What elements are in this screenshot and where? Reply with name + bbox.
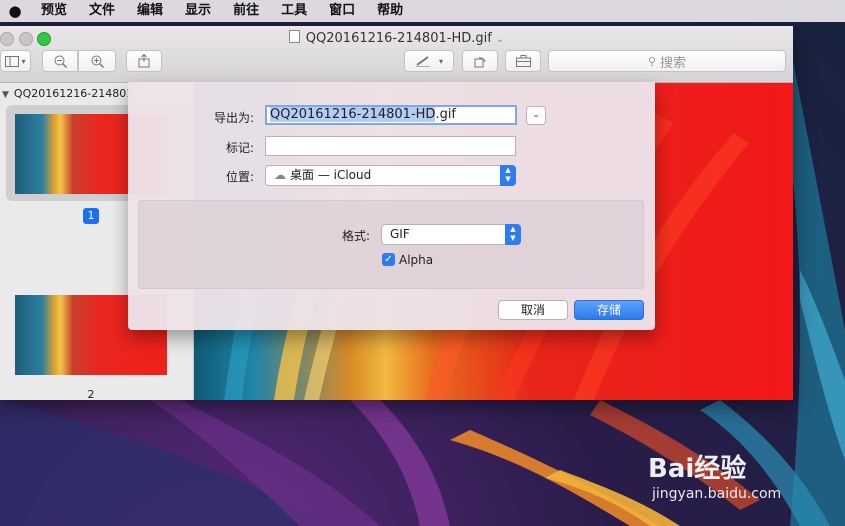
pen-icon: [415, 56, 430, 67]
toolbox-icon: [515, 55, 531, 67]
export-filename-input[interactable]: QQ20161216-214801-HD.gif: [265, 105, 517, 125]
window-title[interactable]: QQ20161216-214801-HD.gif ⌄: [0, 30, 793, 46]
search-icon: ⚲: [647, 54, 657, 68]
menu-tools[interactable]: 工具: [270, 0, 318, 22]
chevron-down-icon: ▾: [21, 56, 26, 66]
alpha-checkbox[interactable]: ✓: [382, 253, 395, 266]
zoom-in-icon: [91, 55, 104, 68]
sidebar-toggle-button[interactable]: ▾: [0, 50, 31, 72]
tags-label: 标记:: [225, 141, 254, 155]
format-popup[interactable]: GIF ▲ ▼: [381, 224, 521, 245]
tags-input[interactable]: [265, 136, 516, 156]
cancel-button[interactable]: 取消: [498, 300, 568, 320]
zoom-out-button[interactable]: [42, 50, 78, 72]
export-as-label: 导出为:: [213, 111, 254, 125]
format-label: 格式:: [341, 229, 370, 243]
sidebar-doc-title[interactable]: ▼ QQ20161216-214801: [0, 87, 133, 100]
menu-file[interactable]: 文件: [78, 0, 126, 22]
zoom-in-button[interactable]: [78, 50, 116, 72]
title-chevron-icon: ⌄: [495, 34, 505, 45]
sidebar-icon: [5, 55, 20, 67]
filename-extension: .gif: [435, 107, 457, 122]
menu-bar: ● 预览 文件 编辑 显示 前往 工具 窗口 帮助: [0, 0, 845, 22]
icloud-icon: ☁: [274, 168, 286, 182]
disclosure-triangle-icon[interactable]: ▼: [2, 90, 9, 100]
popup-arrows-icon: ▲ ▼: [505, 224, 521, 245]
share-icon: [138, 54, 150, 68]
search-placeholder: 搜索: [660, 55, 687, 71]
menu-go[interactable]: 前往: [222, 0, 270, 22]
window-title-text: QQ20161216-214801-HD.gif: [305, 31, 492, 46]
expand-dialog-button[interactable]: ⌄: [526, 106, 546, 125]
chevron-down-icon: ⌄: [532, 110, 540, 120]
apple-menu-icon[interactable]: ●: [0, 2, 30, 20]
popup-arrows-icon: ▲ ▼: [500, 165, 516, 186]
menu-view[interactable]: 显示: [174, 0, 222, 22]
filename-selected-text: QQ20161216-214801-HD: [270, 107, 436, 122]
alpha-label: Alpha: [399, 253, 434, 267]
rotate-button[interactable]: [462, 50, 498, 72]
location-value: 桌面 — iCloud: [290, 168, 372, 182]
toolbox-button[interactable]: [505, 50, 541, 72]
search-field[interactable]: ⚲ 搜索: [548, 50, 786, 72]
menu-preview[interactable]: 预览: [30, 0, 78, 22]
markup-pen-button[interactable]: ▾: [404, 50, 454, 72]
rotate-icon: [474, 56, 486, 67]
menu-help[interactable]: 帮助: [366, 0, 414, 22]
page-number-1: 1: [83, 208, 99, 224]
checkmark-icon: ✓: [384, 254, 393, 265]
format-value: GIF: [390, 227, 410, 241]
page-number-2: 2: [87, 388, 95, 400]
chevron-down-icon: ▾: [438, 56, 443, 66]
export-dialog: 导出为: QQ20161216-214801-HD.gif ⌄ 标记: 位置: …: [128, 82, 655, 330]
zoom-out-icon: [54, 55, 67, 68]
watermark-url: jingyan.baidu.com: [652, 486, 782, 502]
baidu-jingyan-watermark: Bai经验: [648, 454, 747, 484]
share-button[interactable]: [126, 50, 162, 72]
save-button[interactable]: 存储: [574, 300, 644, 320]
window-titlebar: QQ20161216-214801-HD.gif ⌄ ▾ ▾ ⚲ 搜索: [0, 26, 793, 83]
menu-window[interactable]: 窗口: [318, 0, 366, 22]
location-label: 位置:: [225, 170, 254, 184]
location-popup[interactable]: ☁ 桌面 — iCloud ▲ ▼: [265, 165, 516, 186]
menu-edit[interactable]: 编辑: [126, 0, 174, 22]
document-icon: [288, 30, 300, 43]
